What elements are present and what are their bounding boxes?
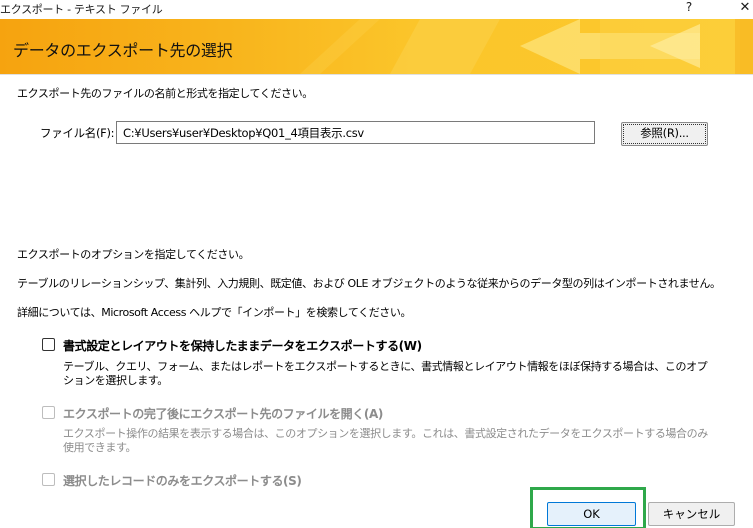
keep-formatting-checkbox[interactable]: [42, 338, 55, 351]
wizard-banner: データのエクスポート先の選択: [0, 19, 753, 74]
export-dialog: エクスポート - テキスト ファイル ? ✕ データのエクスポート先の選択 エク…: [0, 0, 753, 528]
file-name-label: ファイル名(F):: [40, 126, 115, 140]
specify-options-instruction: エクスポートのオプションを指定してください。: [17, 248, 250, 261]
open-after-export-checkbox[interactable]: [42, 406, 55, 419]
help-icon[interactable]: ?: [683, 0, 695, 14]
file-name-input[interactable]: [116, 121, 595, 144]
vertical-scrollbar[interactable]: [739, 75, 753, 528]
close-icon[interactable]: ✕: [738, 0, 752, 15]
open-after-export-description: エクスポート操作の結果を表示する場合は、このオプションを選択します。これは、書式…: [63, 427, 708, 454]
window-title: エクスポート - テキスト ファイル: [0, 3, 163, 16]
open-after-export-label: エクスポートの完了後にエクスポート先のファイルを開く(A): [63, 407, 383, 421]
relations-note: テーブルのリレーションシップ、集計列、入力規則、既定値、および OLE オブジェ…: [17, 277, 721, 290]
selected-records-checkbox[interactable]: [42, 473, 55, 486]
cancel-button[interactable]: キャンセル: [648, 502, 735, 526]
ok-button[interactable]: OK: [547, 502, 636, 526]
title-bar: エクスポート - テキスト ファイル ? ✕: [0, 0, 753, 17]
specify-file-instruction: エクスポート先のファイルの名前と形式を指定してください。: [17, 87, 313, 100]
browse-button[interactable]: 参照(R)...: [621, 122, 708, 146]
banner-title: データのエクスポート先の選択: [13, 41, 233, 60]
help-note: 詳細については、Microsoft Access ヘルプで「インポート」を検索し…: [17, 306, 412, 319]
banner-divider: [0, 74, 753, 75]
selected-records-label: 選択したレコードのみをエクスポートする(S): [63, 474, 302, 488]
keep-formatting-label: 書式設定とレイアウトを保持したままデータをエクスポートする(W): [63, 339, 422, 353]
browse-button-label: 参照(R)...: [640, 126, 689, 140]
keep-formatting-description: テーブル、クエリ、フォーム、またはレポートをエクスポートするときに、書式情報とレ…: [63, 360, 708, 387]
